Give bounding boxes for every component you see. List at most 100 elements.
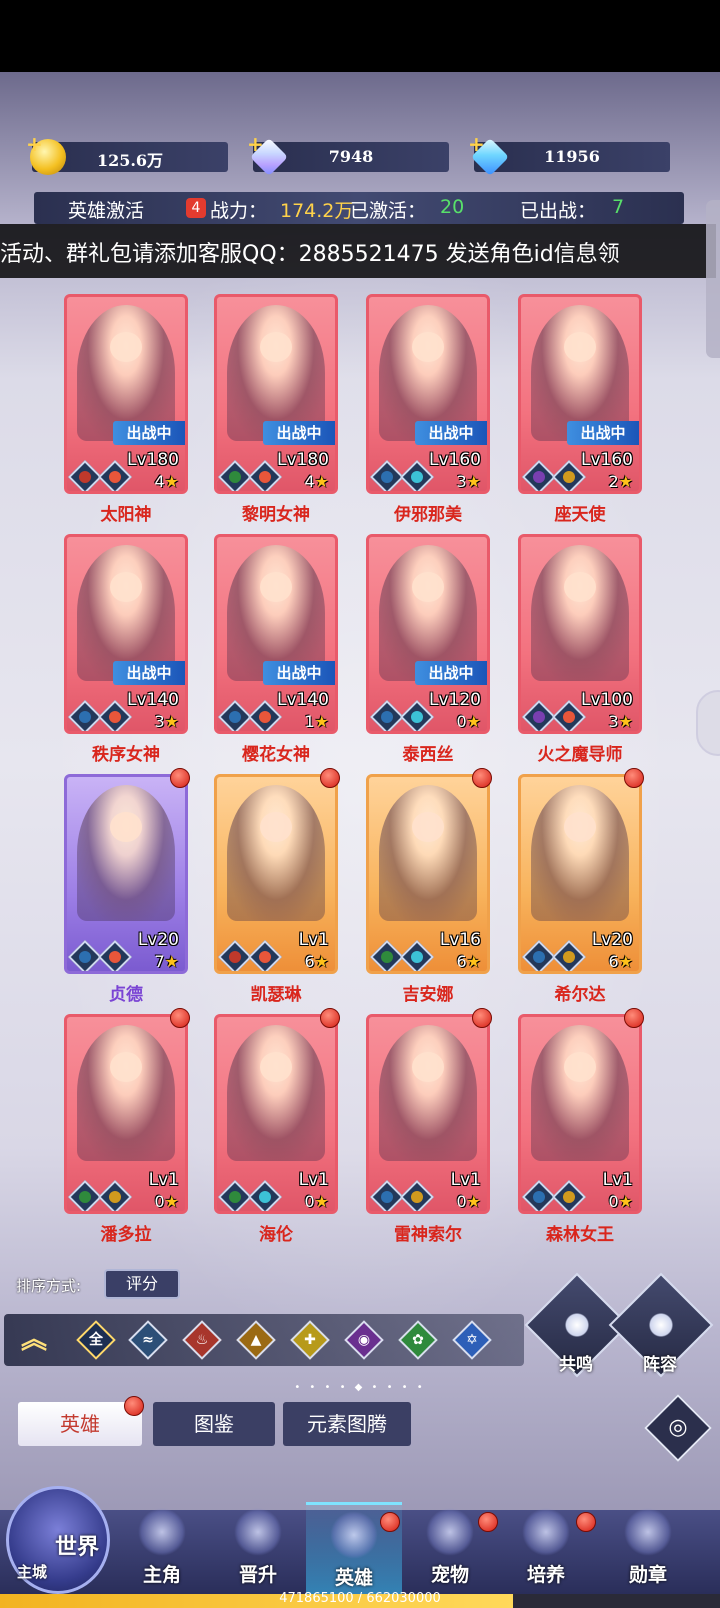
hero-star-count: 3	[456, 472, 467, 491]
crystal-resource[interactable]: + 7948	[247, 132, 449, 177]
hero-star-count: 4	[154, 472, 165, 491]
protagonist-icon	[138, 1508, 186, 1556]
nav-protagonist[interactable]: 主角	[114, 1502, 210, 1594]
star-icon: ★	[164, 952, 179, 971]
side-handle[interactable]	[696, 690, 720, 756]
filter-star-icon[interactable]: ✡	[452, 1320, 492, 1360]
hero-card[interactable]: 出战中 Lv120 0★	[366, 534, 490, 734]
hero-name: 贞德	[109, 985, 143, 1005]
star-icon: ★	[314, 1192, 329, 1211]
power-value: 174.2万	[280, 200, 354, 222]
hero-star-count: 3	[608, 712, 619, 731]
hero-star-count: 0	[456, 712, 467, 731]
hero-activate-label[interactable]: 英雄激活	[68, 196, 144, 223]
status-bar	[0, 0, 720, 72]
hero-level: Lv100	[581, 690, 633, 710]
hero-level: Lv1	[602, 1170, 633, 1190]
nav-medal[interactable]: 勋章	[600, 1502, 696, 1594]
filter-dark-icon[interactable]: ◉	[344, 1320, 384, 1360]
hero-level: Lv160	[581, 450, 633, 470]
notification-dot	[320, 768, 340, 788]
hero-name: 太阳神	[100, 505, 152, 525]
star-icon: ★	[466, 1192, 481, 1211]
gold-amount: 125.6万	[96, 151, 164, 170]
star-icon: ★	[618, 1192, 633, 1211]
hero-level: Lv1	[450, 1170, 481, 1190]
hero-stars: 6★	[456, 952, 481, 971]
collapse-chevron-icon[interactable]: ︽	[12, 1318, 56, 1362]
hero-star-count: 2	[608, 472, 619, 491]
hero-card[interactable]: 出战中 Lv180 4★	[214, 294, 338, 494]
experience-progress-bar: 471865100 / 662030000	[0, 1591, 720, 1608]
nav-cultivate-label: 培养	[526, 1564, 565, 1586]
star-icon: ★	[314, 712, 329, 731]
hero-card[interactable]: Lv1 0★	[64, 1014, 188, 1214]
filter-water-icon[interactable]: ≈	[128, 1320, 168, 1360]
hero-name: 潘多拉	[100, 1225, 152, 1245]
hero-card[interactable]: Lv1 6★	[214, 774, 338, 974]
hero-star-count: 0	[154, 1192, 165, 1211]
nav-promote-label: 晋升	[238, 1564, 277, 1586]
nav-cultivate-notification-dot	[576, 1512, 596, 1532]
hero-portrait	[227, 1025, 325, 1161]
nav-pet-label: 宠物	[430, 1564, 469, 1586]
lineup-label: 阵容	[643, 1355, 677, 1375]
nav-promote[interactable]: 晋升	[210, 1502, 306, 1594]
hero-card[interactable]: 出战中 Lv180 4★	[64, 294, 188, 494]
hero-card[interactable]: Lv100 3★	[518, 534, 642, 734]
filter-fire-icon[interactable]: ♨	[182, 1320, 222, 1360]
hero-name: 森林女王	[546, 1225, 614, 1245]
class-icon	[522, 460, 556, 491]
element-icon	[552, 940, 586, 971]
world-button[interactable]: 世界 主城	[6, 1486, 110, 1594]
hero-card[interactable]: 出战中 Lv160 3★	[366, 294, 490, 494]
element-filter-bar: ︽ 全 ≈ ♨ ▲ ✚ ◉ ✿ ✡	[4, 1314, 524, 1366]
diamond-resource[interactable]: + 11956	[468, 132, 670, 177]
hero-card[interactable]: 出战中 Lv140 3★	[64, 534, 188, 734]
in-battle-badge: 出战中	[415, 661, 487, 685]
element-icon	[98, 1180, 132, 1211]
hero-card[interactable]: 出战中 Lv160 2★	[518, 294, 642, 494]
hero-card[interactable]: 出战中 Lv140 1★	[214, 534, 338, 734]
tab-hero-notification-dot	[124, 1396, 144, 1416]
gold-resource[interactable]: + 125.6万	[26, 132, 228, 175]
hero-level: Lv1	[298, 1170, 329, 1190]
filter-earth-icon[interactable]: ▲	[236, 1320, 276, 1360]
hero-stars: 7★	[154, 952, 179, 971]
filter-all[interactable]: 全	[76, 1320, 116, 1360]
notification-dot	[624, 768, 644, 788]
hero-card[interactable]: Lv1 0★	[366, 1014, 490, 1214]
resonance-label: 共鸣	[559, 1355, 593, 1375]
filter-light-icon[interactable]: ✚	[290, 1320, 330, 1360]
hero-star-count: 1	[304, 712, 315, 731]
pet-icon	[426, 1508, 474, 1556]
cultivate-icon	[522, 1508, 570, 1556]
hero-portrait	[531, 785, 629, 921]
tab-element-totem[interactable]: 元素图腾	[283, 1402, 411, 1446]
hero-card[interactable]: Lv1 0★	[518, 1014, 642, 1214]
scrollbar[interactable]	[706, 200, 720, 358]
hero-level: Lv120	[429, 690, 481, 710]
hero-name: 凯瑟琳	[250, 985, 302, 1005]
main-city-label: 主城	[17, 1563, 48, 1581]
hero-stars: 1★	[304, 712, 329, 731]
hero-level: Lv20	[137, 930, 179, 950]
hero-card[interactable]: Lv20 6★	[518, 774, 642, 974]
hero-level: Lv20	[591, 930, 633, 950]
hero-card[interactable]: Lv1 0★	[214, 1014, 338, 1214]
tab-atlas[interactable]: 图鉴	[153, 1402, 275, 1446]
notification-dot	[472, 1008, 492, 1028]
filter-wind-icon[interactable]: ✿	[398, 1320, 438, 1360]
lineup-icon	[642, 1306, 680, 1344]
hero-star-count: 6	[304, 952, 315, 971]
sort-button[interactable]: 评分	[104, 1269, 180, 1299]
hero-name: 伊邪那美	[394, 505, 462, 525]
hero-star-count: 0	[456, 1192, 467, 1211]
element-icon	[248, 1180, 282, 1211]
hero-star-count: 6	[608, 952, 619, 971]
hero-card[interactable]: Lv16 6★	[366, 774, 490, 974]
hero-card[interactable]: Lv20 7★	[64, 774, 188, 974]
hero-name: 樱花女神	[242, 745, 310, 765]
star-icon: ★	[164, 472, 179, 491]
hero-level: Lv180	[127, 450, 179, 470]
